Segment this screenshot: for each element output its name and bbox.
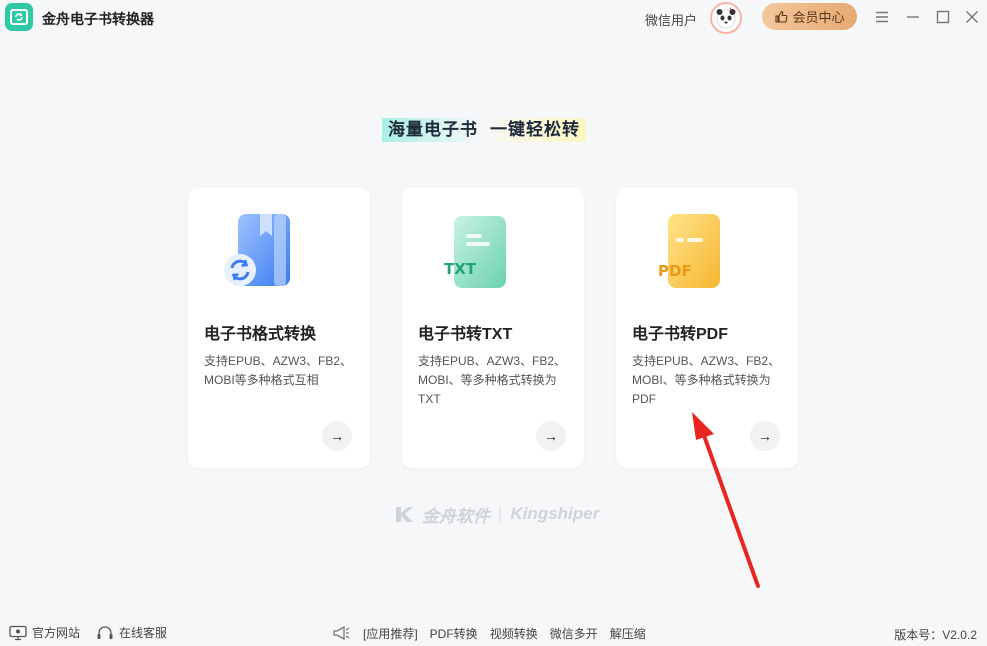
- headset-icon: [97, 625, 113, 639]
- close-icon[interactable]: [963, 8, 981, 26]
- app-recommendations: [应用推荐] PDF转换 视频转换 微信多开 解压缩: [331, 624, 646, 642]
- pdf-label: PDF: [658, 262, 692, 280]
- title-bar: 金舟电子书转换器 微信用户 会员中心: [0, 0, 987, 34]
- txt-label: TXT: [444, 260, 477, 278]
- rec-link-video[interactable]: 视频转换: [490, 625, 538, 642]
- card-ebook-format-convert[interactable]: 电子书格式转换 支持EPUB、AZW3、FB2、MOBI等多种格式互相 →: [188, 188, 370, 468]
- menu-icon[interactable]: [873, 8, 891, 26]
- annotation-arrow-icon: [692, 412, 760, 588]
- rec-link-unzip[interactable]: 解压缩: [610, 625, 646, 642]
- app-logo-icon: [5, 3, 33, 31]
- online-service-link[interactable]: 在线客服: [96, 624, 167, 641]
- card-ebook-to-txt[interactable]: TXT 电子书转TXT 支持EPUB、AZW3、FB2、MOBI、等多种格式转换…: [402, 188, 584, 468]
- megaphone-icon: [333, 625, 350, 641]
- app-title: 金舟电子书转换器: [42, 11, 154, 27]
- card-description: 支持EPUB、AZW3、FB2、MOBI、等多种格式转换为TXT: [418, 354, 567, 406]
- rec-link-pdf[interactable]: PDF转换: [430, 625, 478, 642]
- rec-link-wechat[interactable]: 微信多开: [550, 625, 598, 642]
- app-recommend-label: [应用推荐]: [363, 626, 418, 641]
- monitor-icon: [9, 625, 27, 640]
- version-label: 版本号：V2.0.2: [894, 628, 977, 642]
- vip-center-button[interactable]: 会员中心: [762, 3, 857, 30]
- brand-cn: 金舟软件: [422, 506, 490, 526]
- official-site-label: 官方网站: [32, 626, 81, 640]
- maximize-icon[interactable]: [934, 8, 952, 26]
- card-title: 电子书转PDF: [632, 326, 729, 343]
- brand-watermark: 金舟软件 | Kingshiper: [394, 502, 599, 526]
- card-title: 电子书转TXT: [418, 326, 513, 343]
- user-name[interactable]: 微信用户: [645, 10, 697, 29]
- avatar[interactable]: [710, 2, 742, 34]
- arrow-right-icon[interactable]: →: [536, 421, 566, 451]
- card-description: 支持EPUB、AZW3、FB2、MOBI等多种格式互相: [204, 354, 353, 387]
- card-title: 电子书格式转换: [204, 326, 317, 343]
- minimize-icon[interactable]: [904, 8, 922, 26]
- arrow-right-icon[interactable]: →: [322, 421, 352, 451]
- headline-part1: 海量电子书: [388, 120, 478, 139]
- headline: 海量电子书 一键轻松转: [382, 118, 586, 142]
- brand-separator: |: [498, 504, 503, 523]
- official-site-link[interactable]: 官方网站: [9, 624, 80, 641]
- panda-avatar-icon: [716, 7, 736, 29]
- txt-file-icon: TXT: [430, 208, 514, 300]
- online-service-label: 在线客服: [119, 626, 168, 640]
- headline-part2: 一键轻松转: [490, 120, 580, 139]
- vip-center-label: 会员中心: [792, 10, 845, 25]
- pdf-file-icon: PDF: [644, 208, 728, 300]
- brand-en: Kingshiper: [510, 504, 600, 523]
- kingshiper-logo-icon: [396, 507, 413, 522]
- ebook-convert-icon: [216, 208, 300, 300]
- thumbs-up-icon: [775, 10, 788, 23]
